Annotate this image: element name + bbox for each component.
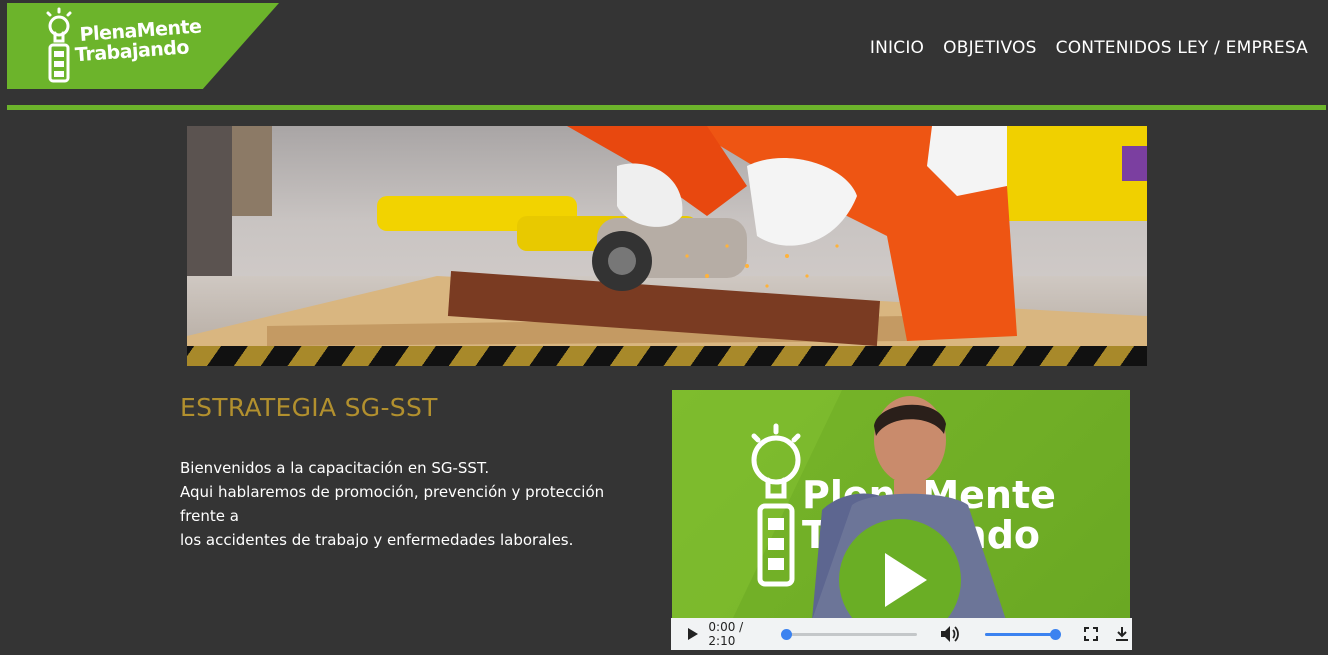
intro-line-3: los accidentes de trabajo y enfermedades… <box>180 531 574 549</box>
download-icon <box>1116 627 1129 641</box>
intro-line-2: Aqui hablaremos de promoción, prevención… <box>180 483 605 525</box>
play-button[interactable] <box>681 627 704 641</box>
section-title: ESTRATEGIA SG-SST <box>180 393 438 422</box>
volume-slider[interactable] <box>984 628 1061 640</box>
play-icon <box>687 628 698 640</box>
site-logo[interactable]: PlenaMente Trabajando <box>7 3 279 89</box>
time-display: 0:00 / 2:10 <box>708 620 744 648</box>
logo-text: PlenaMente Trabajando <box>74 15 203 66</box>
progress-handle[interactable] <box>781 628 793 640</box>
volume-fill <box>984 632 1055 636</box>
worker-grinding-photo <box>187 126 1147 346</box>
hazard-stripes <box>187 346 1147 366</box>
video-player[interactable]: PlenaMente Trabajando <box>672 390 1130 620</box>
video-controls: 0:00 / 2:10 <box>671 618 1132 650</box>
nav-item-objetivos[interactable]: OBJETIVOS <box>943 38 1037 58</box>
download-button[interactable] <box>1112 626 1132 642</box>
main-nav: INICIO OBJETIVOS CONTENIDOS LEY / EMPRES… <box>870 38 1308 58</box>
play-icon <box>885 553 927 607</box>
volume-button[interactable] <box>939 625 960 643</box>
volume-icon <box>940 626 959 642</box>
fullscreen-icon <box>1083 627 1098 641</box>
intro-text: Bienvenidos a la capacitación en SG-SST.… <box>180 456 650 552</box>
progress-bar[interactable] <box>781 628 918 640</box>
header-divider <box>7 105 1326 110</box>
nav-item-contenidos[interactable]: CONTENIDOS LEY / EMPRESA <box>1056 38 1308 58</box>
fullscreen-button[interactable] <box>1081 627 1101 641</box>
lightbulb-battery-icon <box>46 7 72 83</box>
nav-item-inicio[interactable]: INICIO <box>870 38 924 58</box>
intro-line-1: Bienvenidos a la capacitación en SG-SST. <box>180 459 490 477</box>
volume-handle[interactable] <box>1049 628 1061 640</box>
site-header: PlenaMente Trabajando INICIO OBJETIVOS C… <box>0 0 1328 112</box>
hero-banner <box>187 126 1147 366</box>
